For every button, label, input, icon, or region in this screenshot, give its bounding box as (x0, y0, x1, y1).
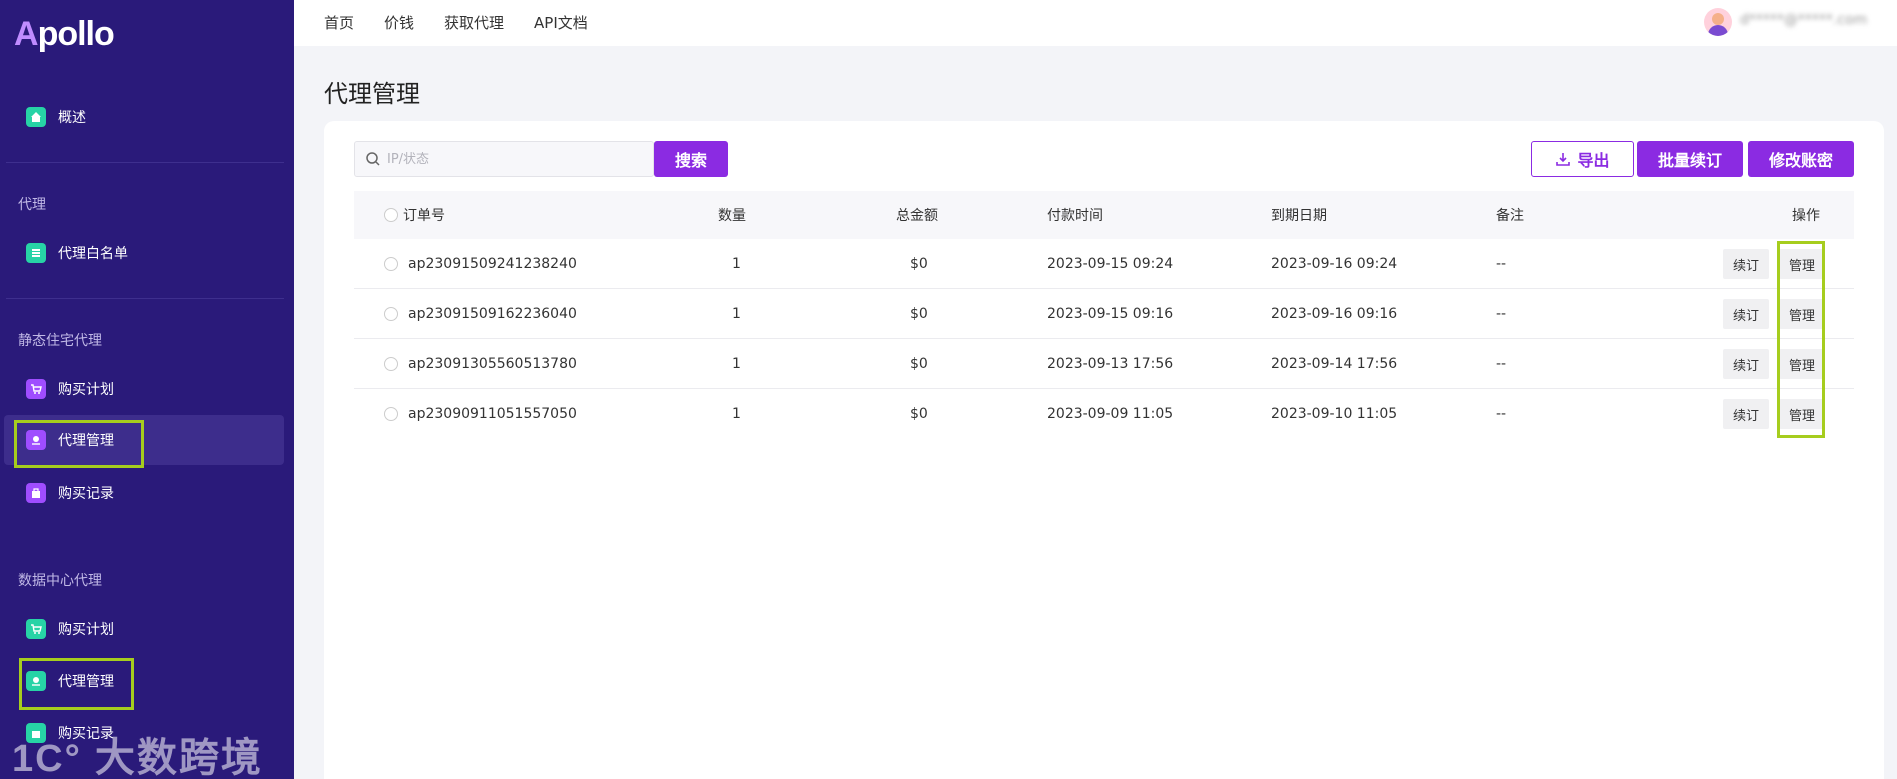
table-row: ap23091509162236040 1 $0 2023-09-15 09:1… (354, 289, 1854, 339)
note: -- (1496, 355, 1507, 372)
quantity: 1 (732, 406, 741, 422)
renew-button[interactable]: 续订 (1723, 349, 1769, 379)
order-no: ap23091509241238240 (408, 255, 577, 272)
sidebar-divider (6, 162, 284, 163)
nav-link-get-proxy[interactable]: 获取代理 (444, 12, 504, 33)
logo[interactable]: Apollo (14, 14, 115, 54)
paid-time: 2023-09-13 17:56 (1047, 355, 1174, 372)
expire-date: 2023-09-10 11:05 (1271, 406, 1398, 422)
section-label-proxy: 代理 (18, 197, 46, 213)
total: $0 (910, 255, 928, 272)
table-header: 订单号 数量 总金额 付款时间 到期日期 备注 操作 (354, 191, 1854, 239)
cart-icon (26, 619, 46, 639)
sidebar-item-whitelist[interactable]: 代理白名单 (4, 228, 284, 278)
section-label-datacenter: 数据中心代理 (18, 573, 102, 589)
expire-date: 2023-09-16 09:16 (1271, 305, 1398, 322)
order-no: ap23091305560513780 (408, 355, 577, 372)
export-button[interactable]: 导出 (1531, 141, 1634, 177)
note: -- (1496, 305, 1507, 322)
search-button[interactable]: 搜索 (654, 141, 728, 177)
col-paid-time: 付款时间 (1047, 208, 1103, 224)
total: $0 (910, 406, 928, 422)
manage-highlight-box (1777, 241, 1825, 438)
nav-link-api-docs[interactable]: API文档 (534, 12, 588, 33)
expire-date: 2023-09-14 17:56 (1271, 355, 1398, 372)
sidebar: Apollo 概述 代理 代理白名单 静态住宅代理 购买计划 代理管理 购买记录 (0, 0, 294, 779)
select-all[interactable] (384, 191, 398, 239)
col-quantity: 数量 (718, 208, 746, 224)
export-label: 导出 (1577, 151, 1610, 170)
list-icon (26, 243, 46, 263)
bag-icon (26, 483, 46, 503)
renew-button[interactable]: 续订 (1723, 249, 1769, 279)
search-box[interactable] (354, 141, 654, 177)
download-icon (1556, 153, 1571, 166)
renew-button[interactable]: 续订 (1723, 299, 1769, 329)
highlight-box (14, 420, 144, 468)
total: $0 (910, 305, 928, 322)
batch-renew-button[interactable]: 批量续订 (1637, 141, 1743, 177)
col-total: 总金额 (896, 208, 938, 224)
home-icon (26, 107, 46, 127)
avatar[interactable] (1704, 8, 1732, 36)
highlight-box (19, 658, 134, 710)
col-expire-date: 到期日期 (1271, 208, 1327, 224)
col-order-no: 订单号 (403, 208, 445, 224)
table-row: ap23091305560513780 1 $0 2023-09-13 17:5… (354, 339, 1854, 389)
table-row: ap23091509241238240 1 $0 2023-09-15 09:2… (354, 239, 1854, 289)
search-input[interactable] (387, 151, 627, 167)
sidebar-item-label: 购买记录 (58, 486, 114, 502)
sidebar-item-label: 购买计划 (58, 382, 114, 398)
sidebar-item-static-buy-record[interactable]: 购买记录 (4, 468, 284, 518)
row-radio[interactable] (384, 256, 398, 271)
renew-button[interactable]: 续订 (1723, 399, 1769, 429)
row-radio[interactable] (384, 407, 398, 421)
sidebar-item-label: 购买计划 (58, 622, 114, 638)
modify-account-button[interactable]: 修改账密 (1748, 141, 1854, 177)
watermark: 1C° 大数跨境 (12, 736, 263, 779)
paid-time: 2023-09-15 09:16 (1047, 305, 1174, 322)
top-bar: 首页 价钱 获取代理 API文档 (294, 0, 1897, 46)
paid-time: 2023-09-09 11:05 (1047, 406, 1174, 422)
row-radio[interactable] (384, 306, 398, 321)
quantity: 1 (732, 355, 741, 372)
search-icon (366, 152, 380, 166)
note: -- (1496, 255, 1507, 272)
sidebar-item-static-buy-plan[interactable]: 购买计划 (4, 364, 284, 414)
sidebar-item-label: 代理白名单 (58, 246, 128, 262)
expire-date: 2023-09-16 09:24 (1271, 255, 1398, 272)
col-actions: 操作 (1792, 208, 1820, 224)
page-title: 代理管理 (324, 80, 420, 108)
quantity: 1 (732, 255, 741, 272)
sidebar-item-label: 概述 (58, 110, 86, 126)
order-no: ap23091509162236040 (408, 305, 577, 322)
table-row: ap23090911051557050 1 $0 2023-09-09 11:0… (354, 389, 1854, 439)
note: -- (1496, 406, 1507, 422)
order-no: ap23090911051557050 (408, 406, 577, 422)
radio-icon[interactable] (384, 208, 398, 222)
user-email[interactable]: d*****@*****.com (1740, 12, 1867, 28)
sidebar-item-overview[interactable]: 概述 (4, 92, 284, 142)
logo-text: Apollo (14, 14, 115, 53)
paid-time: 2023-09-15 09:24 (1047, 255, 1174, 272)
section-label-static: 静态住宅代理 (18, 333, 102, 349)
row-radio[interactable] (384, 356, 398, 371)
cart-icon (26, 379, 46, 399)
quantity: 1 (732, 305, 741, 322)
total: $0 (910, 355, 928, 372)
nav-link-home[interactable]: 首页 (324, 12, 354, 33)
sidebar-divider (6, 298, 284, 299)
sidebar-item-dc-buy-plan[interactable]: 购买计划 (4, 604, 284, 654)
col-note: 备注 (1496, 208, 1524, 224)
nav-link-price[interactable]: 价钱 (384, 12, 414, 33)
top-nav: 首页 价钱 获取代理 API文档 (324, 12, 588, 33)
